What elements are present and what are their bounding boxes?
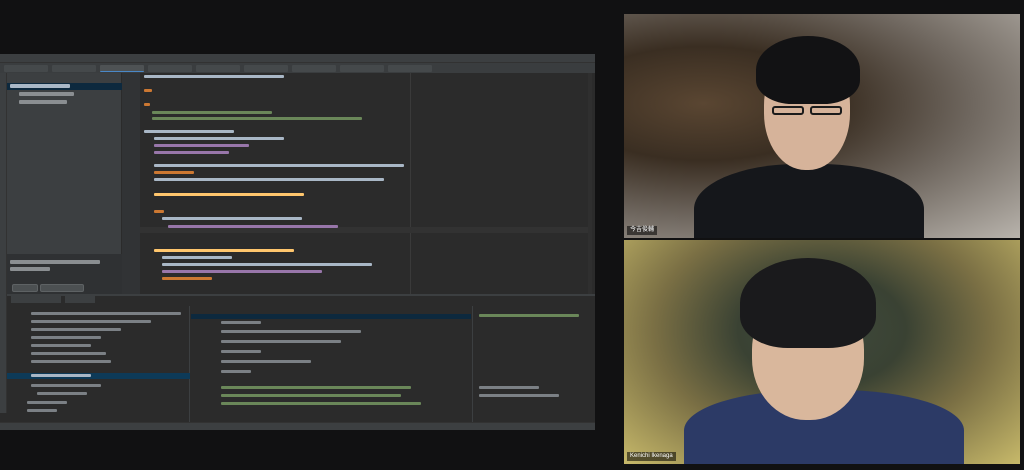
table-row[interactable] [221,360,311,363]
tree-row[interactable] [31,352,106,355]
glasses [772,106,804,115]
tree-row[interactable] [31,320,151,323]
tree-row[interactable] [31,336,101,339]
tree-row[interactable] [31,384,101,387]
code-line [154,193,304,196]
panel-button[interactable] [12,284,38,292]
code-line [154,249,294,252]
person-hair [756,36,860,104]
participant-video[interactable]: Kenichi Ikenaga [624,240,1020,464]
code-line [154,210,164,213]
debug-panel [7,294,595,424]
tree-row[interactable] [27,401,67,404]
table-selected-row[interactable] [191,314,471,319]
find-result-row[interactable] [10,260,100,264]
tree-row[interactable] [31,360,111,363]
code-line [154,137,284,140]
editor-tab[interactable] [52,64,96,72]
participant-name: 今吉俊輔 [627,226,658,235]
editor-tab[interactable] [388,64,432,72]
code-line [154,144,249,147]
tree-row[interactable] [31,374,91,377]
code-line [162,217,302,220]
editor-scrollbar[interactable] [588,73,592,294]
editor-tab[interactable] [340,64,384,72]
table-row[interactable] [221,386,411,389]
detail-row [479,394,559,397]
panel-button[interactable] [40,284,84,292]
code-line [162,263,372,266]
editor-tab[interactable] [4,64,48,72]
tree-row[interactable] [31,312,181,315]
details-panel [472,306,595,424]
code-line [154,171,194,174]
code-line [154,178,384,181]
debug-tab[interactable] [11,296,61,303]
code-line [152,117,362,120]
person-body [694,164,924,238]
tree-row[interactable] [31,344,91,347]
glasses [810,106,842,115]
code-editor[interactable] [140,73,592,294]
code-line [144,75,284,78]
editor-tab-bar [0,63,595,73]
code-line [154,164,404,167]
editor-tab-active[interactable] [100,64,144,72]
tree-row[interactable] [27,409,57,412]
table-row[interactable] [221,394,401,397]
results-table [191,306,471,424]
editor-tab[interactable] [148,64,192,72]
debug-tab[interactable] [65,296,95,303]
project-tree-row[interactable] [19,100,67,104]
code-line [168,225,338,228]
code-line [162,270,322,273]
code-line [144,130,234,133]
table-row[interactable] [221,330,361,333]
editor-tab[interactable] [244,64,288,72]
participant-video[interactable]: 今吉俊輔 [624,14,1020,238]
code-line [144,89,152,92]
table-row[interactable] [221,350,261,353]
table-row[interactable] [221,321,261,324]
code-line [162,256,232,259]
table-row[interactable] [221,402,421,405]
person-hair [740,258,876,348]
editor-tab[interactable] [292,64,336,72]
project-tree-row[interactable] [19,92,74,96]
shared-screen [0,54,595,430]
code-line [144,103,150,106]
project-tree-row[interactable] [10,84,70,88]
participant-name: Kenichi Ikenaga [627,452,676,461]
table-row[interactable] [221,340,341,343]
tool-window-strip[interactable] [0,73,7,413]
right-margin-guide [410,73,411,294]
tree-row[interactable] [31,328,121,331]
code-line [152,111,272,114]
detail-row [479,386,539,389]
find-result-row[interactable] [10,267,50,271]
table-row[interactable] [221,370,251,373]
detail-row [479,314,579,317]
tree-row[interactable] [37,392,87,395]
editor-tab[interactable] [196,64,240,72]
code-line [154,151,229,154]
ide-status-bar [0,422,595,430]
variables-tree [7,306,190,424]
line-number-gutter [122,73,140,294]
code-line [162,277,212,280]
ide-toolbar[interactable] [0,54,595,63]
